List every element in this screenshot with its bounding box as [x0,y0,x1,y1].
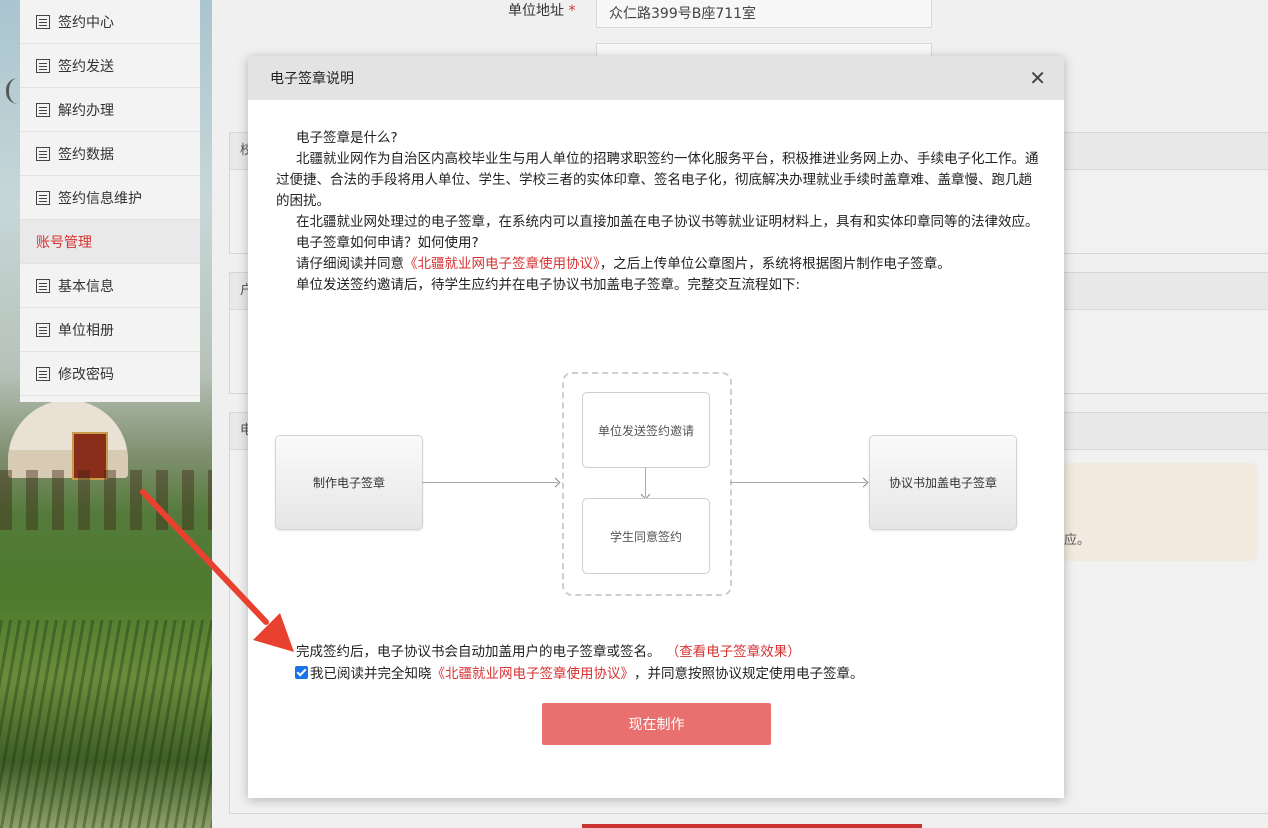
agree-text-post: ，并同意按照协议规定使用电子签章。 [634,666,864,682]
sidebar-item-cancel-contract[interactable]: 解约办理 [20,88,200,132]
sidebar-item-label: 基本信息 [58,278,114,295]
grass-decoration [0,620,212,828]
arrow-right-icon [858,477,869,488]
agree-row: 我已阅读并完全知晓 《北疆就业网电子签章使用协议》 ，并同意按照协议规定使用电子签章… [295,662,864,682]
flow-step-send-invite: 单位发送签约邀请 [582,392,710,468]
sidebar-item-change-password[interactable]: 修改密码 [20,352,200,396]
document-icon [36,190,50,205]
list-icon [36,146,50,161]
agree-agreement-link[interactable]: 《北疆就业网电子签章使用协议》 [432,662,635,682]
yurt-decoration [8,400,128,478]
view-effect-link[interactable]: （查看电子签章效果） [673,644,801,660]
flow-step-student-agree: 学生同意签约 [582,498,710,574]
paragraph-apply: 请仔细阅读并同意《北疆就业网电子签章使用协议》，之后上传单位公章图片，系统将根据… [276,254,1040,275]
agree-checkbox[interactable] [295,665,308,679]
list-icon [36,102,50,117]
after-sign-sentence: 完成签约后，电子协议书会自动加盖用户的电子签章或签名。 [296,644,661,660]
paragraph-how: 电子签章如何申请？如何使用? [296,235,479,251]
address-field[interactable]: 众仁路399号B座711室 [596,0,932,28]
sidebar: 签约中心 签约发送 解约办理 签约数据 签约信息维护 账号管理 基本信息 单位相… [20,0,200,402]
sidebar-item-sign-data[interactable]: 签约数据 [20,132,200,176]
agree-text-pre: 我已阅读并完全知晓 [310,666,432,682]
list-icon [36,322,50,337]
sidebar-item-label: 单位相册 [58,322,114,339]
arrow-right-icon [550,477,561,488]
bottom-button-edge[interactable] [582,824,922,828]
sidebar-item-label: 签约中心 [58,14,114,31]
paragraph-validity: 在北疆就业网处理过的电子签章，在系统内可以直接加盖在电子协议书等就业证明材料上，… [296,214,1039,230]
list-icon [36,366,50,381]
list-icon [36,58,50,73]
e-seal-modal: 电子签章说明 ✕ 电子签章是什么? 北疆就业网作为自治区内高校毕业生与用人单位的… [248,56,1064,798]
sidebar-item-basic-info[interactable]: 基本信息 [20,264,200,308]
required-mark: * [568,3,576,19]
sidebar-item-album[interactable]: 单位相册 [20,308,200,352]
sidebar-group-label: 账号管理 [36,234,92,251]
flow-step-make-seal: 制作电子签章 [275,435,423,530]
sidebar-item-label: 解约办理 [58,102,114,119]
paragraph-intro: 北疆就业网作为自治区内高校毕业生与用人单位的招聘求职签约一体化服务平台，积极推进… [276,151,1039,209]
make-now-button[interactable]: 现在制作 [542,703,771,745]
sidebar-item-sign-send[interactable]: 签约发送 [20,44,200,88]
notice-box: 应。 [1062,463,1258,561]
flow-step-stamp-agreement: 协议书加盖电子签章 [869,435,1017,530]
agreement-link[interactable]: 《北疆就业网电子签章使用协议》 [404,256,600,272]
modal-header: 电子签章说明 ✕ [248,56,1064,100]
address-label: 单位地址 * [508,0,575,20]
paragraph-flow: 单位发送签约邀请后，待学生应约并在电子协议书加盖电子签章。完整交互流程如下: [296,277,801,293]
sidebar-item-sign-center[interactable]: 签约中心 [20,0,200,44]
sidebar-item-label: 签约发送 [58,58,114,75]
flow-connector [422,482,558,483]
modal-title: 电子签章说明 [270,71,354,87]
close-icon[interactable]: ✕ [1029,68,1046,88]
flow-connector [730,482,866,483]
list-icon [36,278,50,293]
sidebar-item-label: 修改密码 [58,366,114,383]
apply-text-post: ，之后上传单位公章图片，系统将根据图片制作电子签章。 [599,256,951,272]
sidebar-item-label: 签约数据 [58,146,114,163]
address-label-text: 单位地址 [508,3,564,19]
after-sign-text: 完成签约后，电子协议书会自动加盖用户的电子签章或签名。 （查看电子签章效果） [296,640,801,660]
sidebar-item-label: 签约信息维护 [58,190,142,207]
paragraph-what: 电子签章是什么? [296,130,398,146]
sidebar-group-account[interactable]: 账号管理 [20,220,200,264]
list-icon [36,14,50,29]
modal-body: 电子签章是什么? 北疆就业网作为自治区内高校毕业生与用人单位的招聘求职签约一体化… [276,128,1040,296]
horses-decoration [0,470,212,530]
notice-text: 应。 [1064,533,1091,548]
apply-text-pre: 请仔细阅读并同意 [296,256,404,272]
sidebar-item-sign-info[interactable]: 签约信息维护 [20,176,200,220]
